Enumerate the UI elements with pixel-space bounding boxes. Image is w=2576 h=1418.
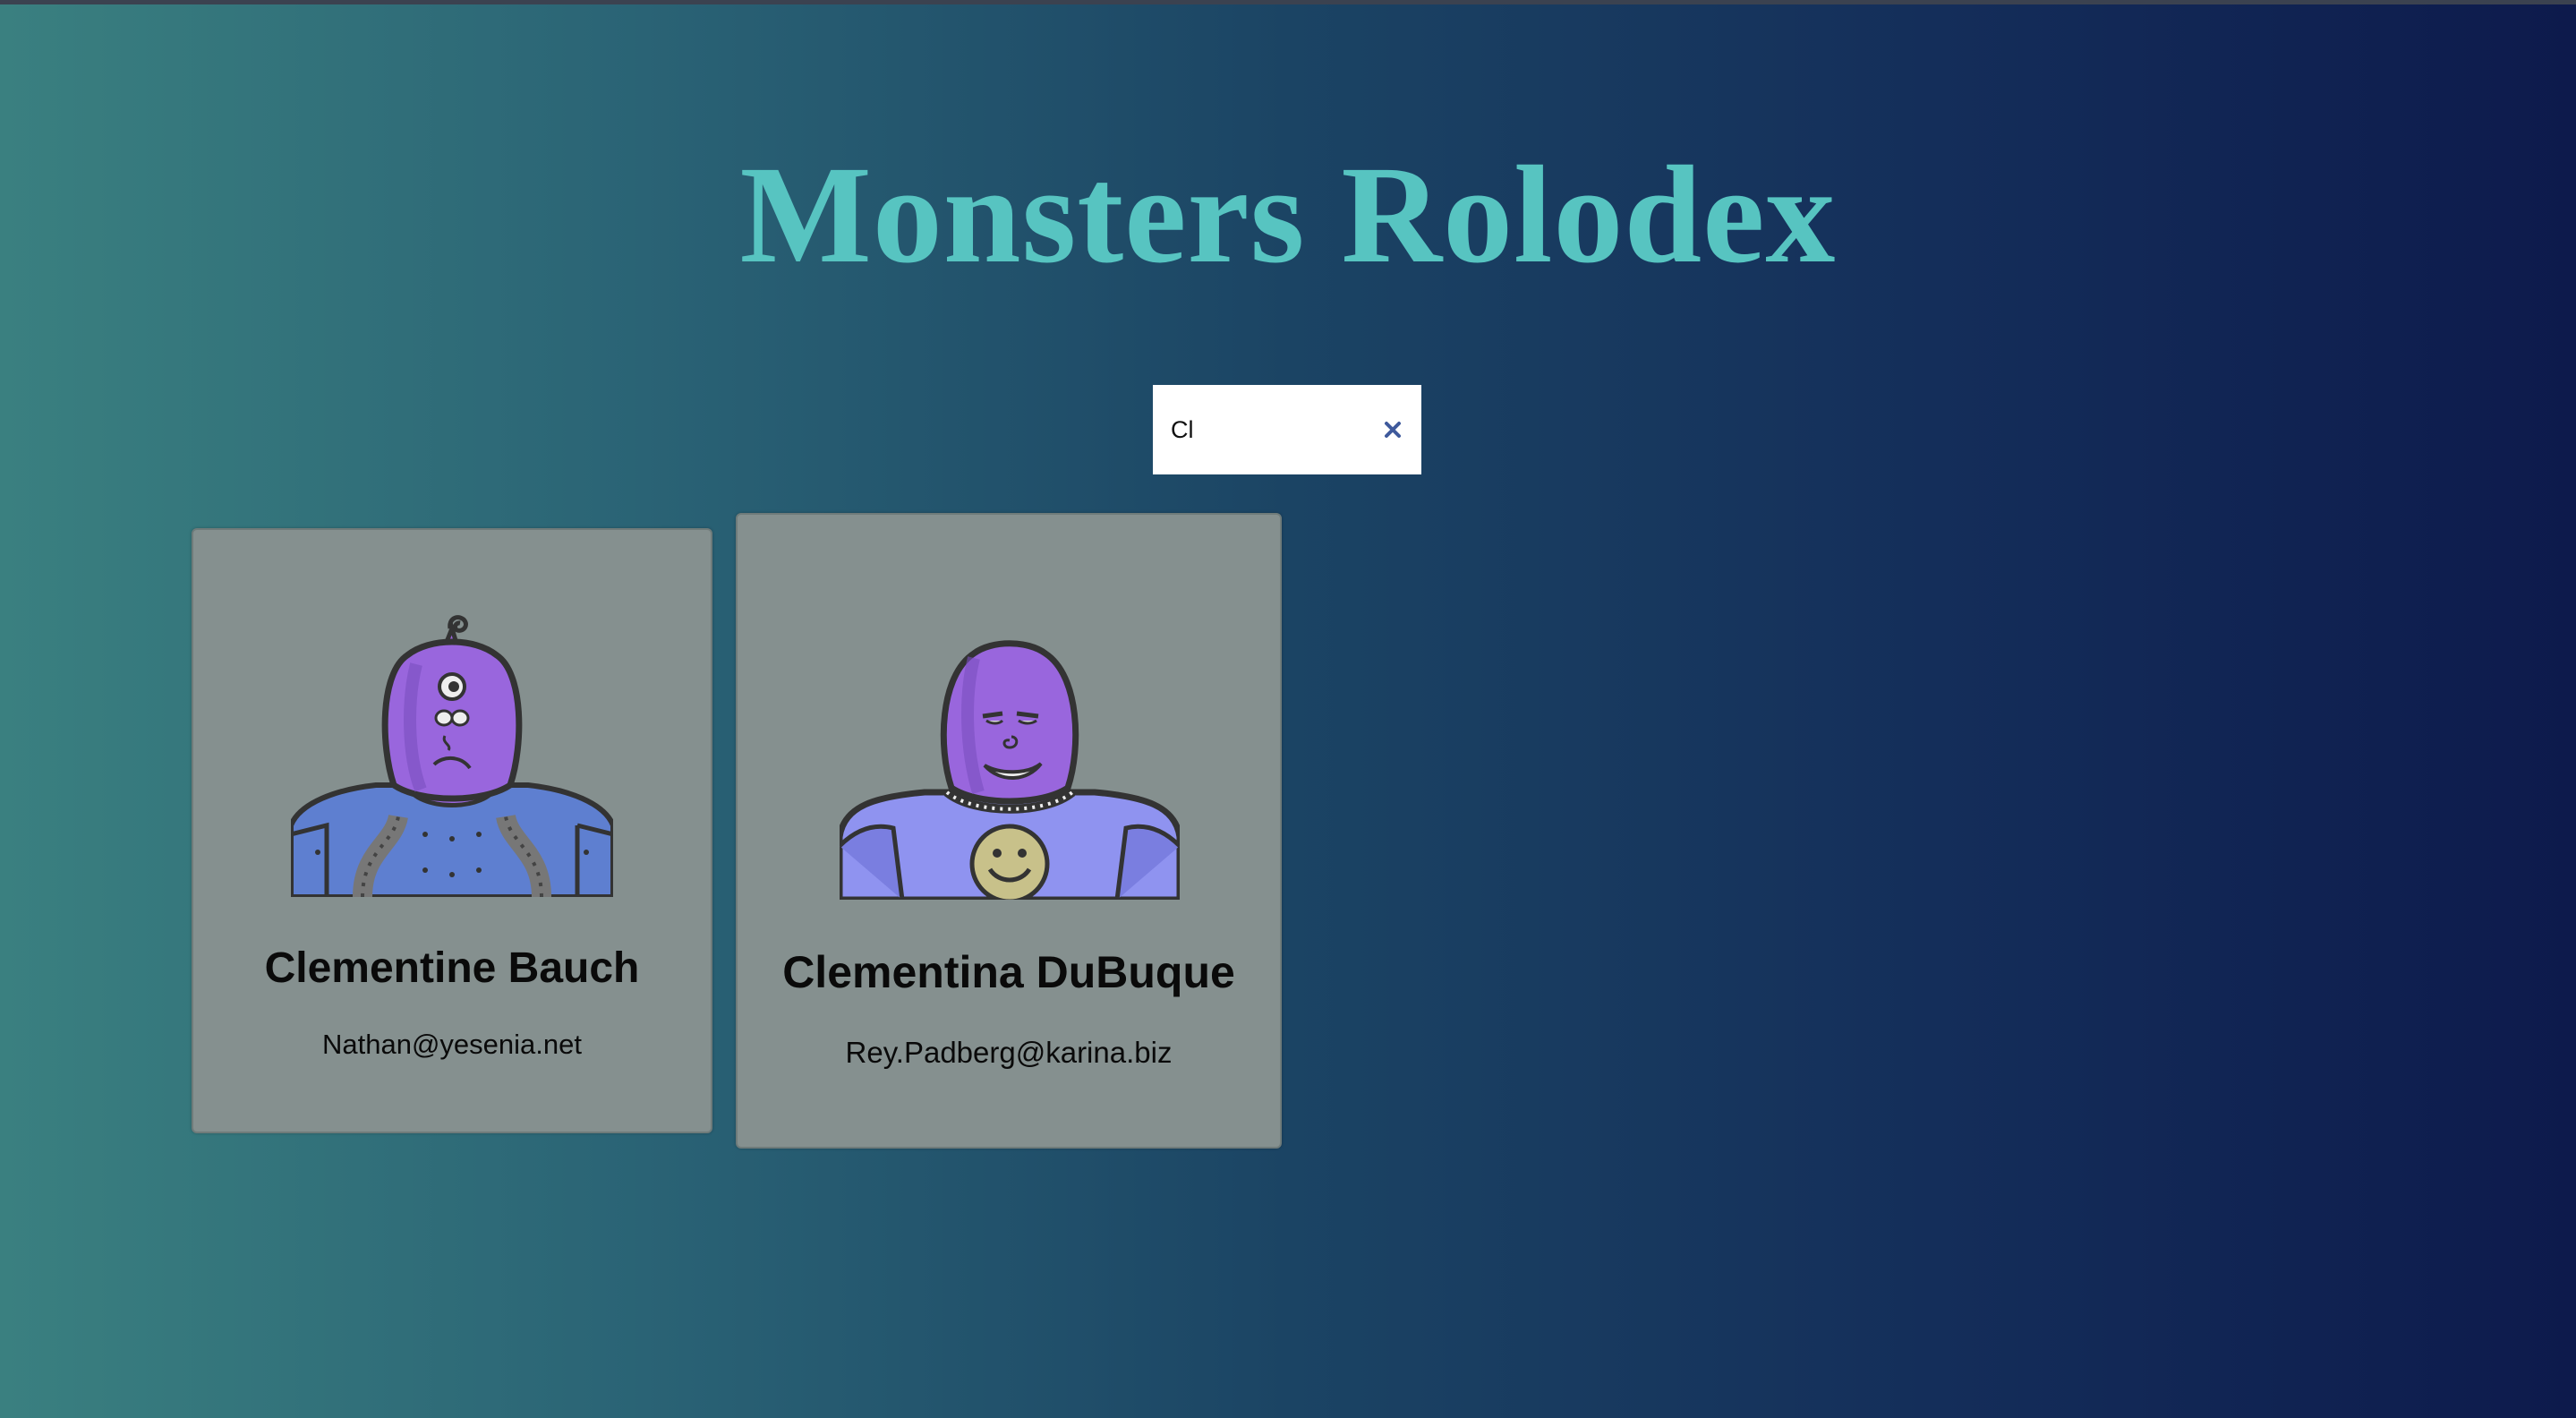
monster-email: Nathan@yesenia.net [322,1029,582,1060]
close-icon [1385,422,1401,438]
monster-name: Clementine Bauch [264,944,640,992]
page-title: Monsters Rolodex [739,137,1837,292]
search-input[interactable] [1171,385,1368,474]
monster-card[interactable]: Clementina DuBuque Rey.Padberg@karina.bi… [736,513,1282,1149]
monster-name: Clementina DuBuque [782,947,1235,997]
clear-search-button[interactable] [1375,412,1411,448]
search-box[interactable] [1153,385,1421,474]
robot-monster-avatar [291,615,613,897]
monster-email: Rey.Padberg@karina.biz [845,1036,1173,1069]
window-top-border [0,0,2576,4]
robot-monster-avatar [840,640,1180,900]
monster-card[interactable]: Clementine Bauch Nathan@yesenia.net [192,528,712,1133]
